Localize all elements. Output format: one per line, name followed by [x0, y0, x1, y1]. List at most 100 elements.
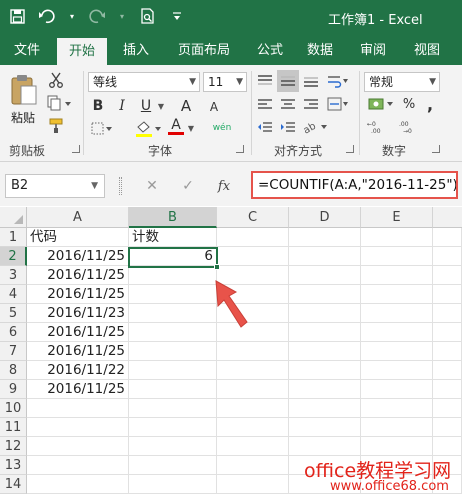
row-header-2[interactable]: 2: [0, 247, 27, 266]
row-header-12[interactable]: 12: [0, 437, 27, 456]
cell-a9[interactable]: 2016/11/25: [27, 380, 129, 399]
cell-d9[interactable]: [289, 380, 361, 399]
customize-icon[interactable]: [168, 7, 186, 25]
underline-dropdown-icon[interactable]: ▼: [156, 97, 166, 115]
number-launcher-icon[interactable]: [432, 145, 440, 153]
paste-icon[interactable]: [9, 71, 39, 107]
cell-f6[interactable]: [433, 323, 462, 342]
paste-button[interactable]: 粘贴: [11, 109, 35, 126]
row-header-6[interactable]: 6: [0, 323, 27, 342]
cell-c10[interactable]: [217, 399, 289, 418]
align-right-icon[interactable]: [300, 95, 322, 113]
undo-dropdown-icon[interactable]: ▾: [68, 7, 76, 25]
cell-c2[interactable]: [217, 247, 289, 266]
cell-c12[interactable]: [217, 437, 289, 456]
cell-e2[interactable]: [361, 247, 433, 266]
cell-a14[interactable]: [27, 475, 129, 494]
chevron-down-icon[interactable]: ▼: [189, 73, 196, 91]
row-header-4[interactable]: 4: [0, 285, 27, 304]
cell-b4[interactable]: [129, 285, 217, 304]
tab-file[interactable]: 文件: [4, 36, 50, 65]
bold-button[interactable]: B: [90, 97, 106, 115]
cell-e3[interactable]: [361, 266, 433, 285]
cell-a13[interactable]: [27, 456, 129, 475]
cell-e8[interactable]: [361, 361, 433, 380]
cell-f4[interactable]: [433, 285, 462, 304]
row-header-1[interactable]: 1: [0, 228, 27, 247]
cell-a3[interactable]: 2016/11/25: [27, 266, 129, 285]
font-color-button[interactable]: A: [168, 117, 184, 135]
fill-handle[interactable]: [214, 264, 220, 270]
decrease-decimal-icon[interactable]: .00 →0: [398, 118, 422, 136]
cut-icon[interactable]: [46, 71, 66, 89]
cell-d11[interactable]: [289, 418, 361, 437]
redo-dropdown-icon[interactable]: ▾: [118, 7, 126, 25]
cell-f8[interactable]: [433, 361, 462, 380]
column-header-e[interactable]: E: [361, 207, 433, 228]
cell-a10[interactable]: [27, 399, 129, 418]
row-header-3[interactable]: 3: [0, 266, 27, 285]
tab-page-layout[interactable]: 页面布局: [168, 36, 240, 65]
cell-f9[interactable]: [433, 380, 462, 399]
column-header-d[interactable]: D: [289, 207, 361, 228]
cell-f11[interactable]: [433, 418, 462, 437]
number-format-box[interactable]: 常规 ▼: [364, 72, 440, 92]
phonetic-button[interactable]: wén: [208, 119, 236, 137]
tab-review[interactable]: 审阅: [350, 36, 396, 65]
font-name-box[interactable]: 等线 ▼: [88, 72, 200, 92]
row-header-13[interactable]: 13: [0, 456, 27, 475]
cell-c13[interactable]: [217, 456, 289, 475]
row-header-8[interactable]: 8: [0, 361, 27, 380]
cell-f7[interactable]: [433, 342, 462, 361]
cell-b1[interactable]: 计数: [129, 228, 217, 247]
chevron-down-icon[interactable]: ▼: [236, 73, 243, 91]
cell-e6[interactable]: [361, 323, 433, 342]
cell-d10[interactable]: [289, 399, 361, 418]
column-header-b[interactable]: B: [129, 207, 217, 228]
cell-c1[interactable]: [217, 228, 289, 247]
row-header-5[interactable]: 5: [0, 304, 27, 323]
alignment-launcher-icon[interactable]: [346, 145, 354, 153]
borders-icon[interactable]: [90, 120, 114, 138]
cell-a12[interactable]: [27, 437, 129, 456]
grow-font-button[interactable]: A: [178, 97, 194, 115]
cell-b7[interactable]: [129, 342, 217, 361]
align-middle-icon[interactable]: [277, 70, 299, 92]
cell-e9[interactable]: [361, 380, 433, 399]
cell-b11[interactable]: [129, 418, 217, 437]
cell-c7[interactable]: [217, 342, 289, 361]
cell-b10[interactable]: [129, 399, 217, 418]
save-icon[interactable]: [8, 7, 26, 25]
tab-formulas[interactable]: 公式: [247, 36, 293, 65]
cell-b8[interactable]: [129, 361, 217, 380]
cell-e7[interactable]: [361, 342, 433, 361]
chevron-down-icon[interactable]: ▼: [91, 175, 98, 197]
formula-bar-grip[interactable]: [119, 177, 122, 195]
cell-b9[interactable]: [129, 380, 217, 399]
undo-icon[interactable]: [38, 7, 56, 25]
name-box[interactable]: B2 ▼: [5, 174, 105, 198]
cell-b12[interactable]: [129, 437, 217, 456]
row-header-9[interactable]: 9: [0, 380, 27, 399]
cell-a6[interactable]: 2016/11/25: [27, 323, 129, 342]
italic-button[interactable]: I: [114, 97, 130, 115]
enter-icon[interactable]: ✓: [170, 178, 206, 194]
cell-f12[interactable]: [433, 437, 462, 456]
chevron-down-icon[interactable]: ▼: [429, 73, 436, 91]
align-center-icon[interactable]: [277, 95, 299, 113]
shrink-font-button[interactable]: A: [206, 99, 222, 115]
cell-c9[interactable]: [217, 380, 289, 399]
align-bottom-icon[interactable]: [300, 71, 322, 91]
clipboard-launcher-icon[interactable]: [72, 145, 80, 153]
cell-e5[interactable]: [361, 304, 433, 323]
cell-b6[interactable]: [129, 323, 217, 342]
row-header-14[interactable]: 14: [0, 475, 27, 494]
cell-f2[interactable]: [433, 247, 462, 266]
cell-f3[interactable]: [433, 266, 462, 285]
cell-c11[interactable]: [217, 418, 289, 437]
cell-e10[interactable]: [361, 399, 433, 418]
cell-f1[interactable]: [433, 228, 462, 247]
cancel-icon[interactable]: ✕: [134, 178, 170, 194]
row-header-11[interactable]: 11: [0, 418, 27, 437]
redo-icon[interactable]: [88, 7, 106, 25]
